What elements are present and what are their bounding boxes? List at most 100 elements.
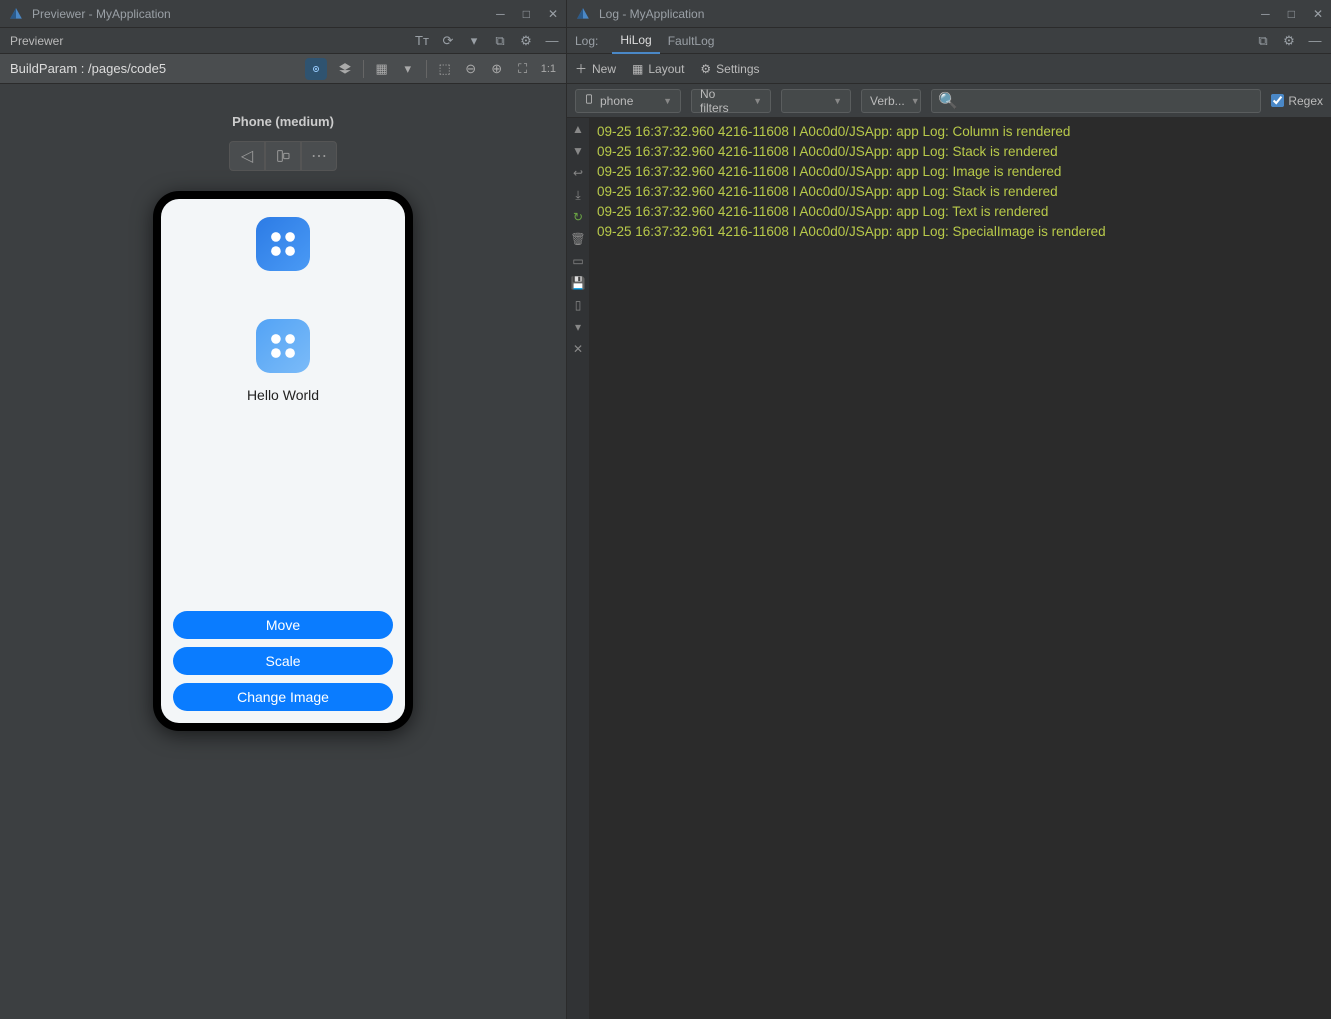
filter-dropdown-value: No filters	[700, 87, 747, 115]
app-logo-icon	[8, 6, 24, 22]
filter-icon[interactable]: ▾	[466, 33, 482, 49]
rotate-icon[interactable]	[265, 141, 301, 171]
separator	[363, 60, 364, 78]
layout-label: Layout	[648, 62, 684, 76]
save-icon[interactable]: 💾	[571, 276, 585, 290]
fullscreen-icon[interactable]: ⛶	[515, 61, 531, 77]
zoom-out-icon[interactable]: ⊖	[463, 61, 479, 77]
change-image-button[interactable]: Change Image	[173, 683, 393, 711]
scroll-down-icon[interactable]: ▼	[571, 144, 585, 158]
log-search-box[interactable]: 🔍	[931, 89, 1261, 113]
level-dropdown[interactable]: Verb... ▼	[861, 89, 921, 113]
log-tabbar: Log: HiLog FaultLog ⧉ ⚙ —	[567, 28, 1331, 54]
grid-icon: ▦	[632, 62, 643, 76]
log-line: 09-25 16:37:32.960 4216-11608 I A0c0d0/J…	[597, 122, 1323, 142]
settings-button[interactable]: ⚙ Settings	[700, 62, 759, 76]
phone-screen: Hello World Move Scale Change Image	[161, 199, 405, 723]
window-controls: ─ □ ✕	[1261, 7, 1323, 21]
new-button[interactable]: ＋ New	[575, 60, 616, 77]
log-line: 09-25 16:37:32.960 4216-11608 I A0c0d0/J…	[597, 202, 1323, 222]
external-window-icon[interactable]: ⧉	[1255, 33, 1271, 49]
minimize-button[interactable]: ─	[1261, 7, 1270, 21]
move-button[interactable]: Move	[173, 611, 393, 639]
close-icon[interactable]: ✕	[571, 342, 585, 356]
close-button[interactable]: ✕	[1313, 7, 1323, 21]
gear-icon[interactable]: ⚙	[1281, 33, 1297, 49]
back-icon[interactable]: ◁	[229, 141, 265, 171]
refresh-icon[interactable]: ⟳	[440, 33, 456, 49]
device-dropdown-value: phone	[600, 94, 633, 108]
layout-button[interactable]: ▦ Layout	[632, 62, 684, 76]
restart-icon[interactable]: ↻	[571, 210, 585, 224]
previewer-titlebar: Previewer - MyApplication ─ □ ✕	[0, 0, 566, 28]
scale-button[interactable]: Scale	[173, 647, 393, 675]
phone-frame: Hello World Move Scale Change Image	[153, 191, 413, 731]
zoom-in-icon[interactable]: ⊕	[489, 61, 505, 77]
previewer-title: Previewer - MyApplication	[32, 7, 496, 21]
close-button[interactable]: ✕	[548, 7, 558, 21]
device-dropdown[interactable]: phone ▼	[575, 89, 681, 113]
gear-icon: ⚙	[700, 62, 711, 76]
log-filterbar: phone ▼ No filters ▼ ▼ Verb... ▼ 🔍 Regex	[567, 84, 1331, 118]
previewer-tabbar: Previewer Tᴛ ⟳ ▾ ⧉ ⚙ —	[0, 28, 566, 54]
log-panel: Log - MyApplication ─ □ ✕ Log: HiLog Fau…	[567, 0, 1331, 1019]
previewer-panel: Previewer - MyApplication ─ □ ✕ Previewe…	[0, 0, 567, 1019]
window-controls: ─ □ ✕	[496, 7, 558, 21]
maximize-button[interactable]: □	[1288, 7, 1295, 21]
log-titlebar: Log - MyApplication ─ □ ✕	[567, 0, 1331, 28]
more-icon[interactable]: ⋯	[301, 141, 337, 171]
wrap-icon[interactable]: ↩	[571, 166, 585, 180]
font-size-icon[interactable]: Tᴛ	[414, 33, 430, 49]
log-body: ▲ ▼ ↩ ⤓ ↻ 🗑 ▭ 💾 ▯ ▾ ✕ 09-25 16:37:32.960…	[567, 118, 1331, 1019]
log-prefix: Log:	[575, 34, 598, 48]
buildparam-bar: BuildParam : /pages/code5 ▦ ▾ ⬚ ⊖ ⊕ ⛶ 1:…	[0, 54, 566, 84]
device-toolbar: ◁ ⋯	[229, 141, 337, 171]
regex-checkbox[interactable]: Regex	[1271, 94, 1323, 108]
tab-hilog[interactable]: HiLog	[612, 28, 659, 54]
app-icon-2	[256, 319, 310, 373]
tag-dropdown[interactable]: ▼	[781, 89, 851, 113]
previewer-tab[interactable]: Previewer	[6, 34, 67, 48]
settings-label: Settings	[716, 62, 759, 76]
level-dropdown-value: Verb...	[870, 94, 905, 108]
zoom-reset-button[interactable]: 1:1	[541, 61, 556, 77]
log-toolbar: ＋ New ▦ Layout ⚙ Settings	[567, 54, 1331, 84]
preview-area: Phone (medium) ◁ ⋯ Hello World Move Sc	[0, 84, 566, 1019]
filter-dropdown[interactable]: No filters ▼	[691, 89, 771, 113]
log-gutter: ▲ ▼ ↩ ⤓ ↻ 🗑 ▭ 💾 ▯ ▾ ✕	[567, 118, 589, 1019]
scroll-end-icon[interactable]: ⤓	[571, 188, 585, 202]
inspect-toggle-icon[interactable]	[305, 58, 327, 80]
minimize-button[interactable]: ─	[496, 7, 505, 21]
log-lines[interactable]: 09-25 16:37:32.960 4216-11608 I A0c0d0/J…	[589, 118, 1331, 1019]
scroll-up-icon[interactable]: ▲	[571, 122, 585, 136]
log-title: Log - MyApplication	[599, 7, 1261, 21]
grid-icon[interactable]: ▦	[374, 61, 390, 77]
crop-icon[interactable]: ⬚	[437, 61, 453, 77]
chevron-down-icon: ▼	[663, 96, 672, 106]
tab-faultlog[interactable]: FaultLog	[660, 29, 723, 53]
log-line: 09-25 16:37:32.960 4216-11608 I A0c0d0/J…	[597, 182, 1323, 202]
device-icon[interactable]: ▯	[571, 298, 585, 312]
export-icon[interactable]: ▭	[571, 254, 585, 268]
log-line: 09-25 16:37:32.961 4216-11608 I A0c0d0/J…	[597, 222, 1323, 242]
plus-icon: ＋	[575, 60, 587, 77]
chevron-down-icon: ▼	[833, 96, 842, 106]
layers-icon[interactable]	[337, 61, 353, 77]
app-icon-1	[256, 217, 310, 271]
phone-button-group: Move Scale Change Image	[173, 611, 393, 711]
regex-checkbox-input[interactable]	[1271, 94, 1284, 107]
maximize-button[interactable]: □	[523, 7, 530, 21]
buildparam-text: BuildParam : /pages/code5	[10, 61, 166, 76]
log-search-input[interactable]	[962, 94, 1254, 108]
gear-icon[interactable]: ⚙	[518, 33, 534, 49]
log-line: 09-25 16:37:32.960 4216-11608 I A0c0d0/J…	[597, 142, 1323, 162]
collapse-icon[interactable]: —	[544, 33, 560, 49]
funnel-icon[interactable]: ▾	[571, 320, 585, 334]
collapse-icon[interactable]: —	[1307, 33, 1323, 49]
external-window-icon[interactable]: ⧉	[492, 33, 508, 49]
chevron-down-icon: ▼	[911, 96, 920, 106]
chevron-down-icon[interactable]: ▾	[400, 61, 416, 77]
regex-label: Regex	[1288, 94, 1323, 108]
trash-icon[interactable]: 🗑	[571, 232, 585, 246]
search-icon: 🔍	[938, 91, 958, 111]
